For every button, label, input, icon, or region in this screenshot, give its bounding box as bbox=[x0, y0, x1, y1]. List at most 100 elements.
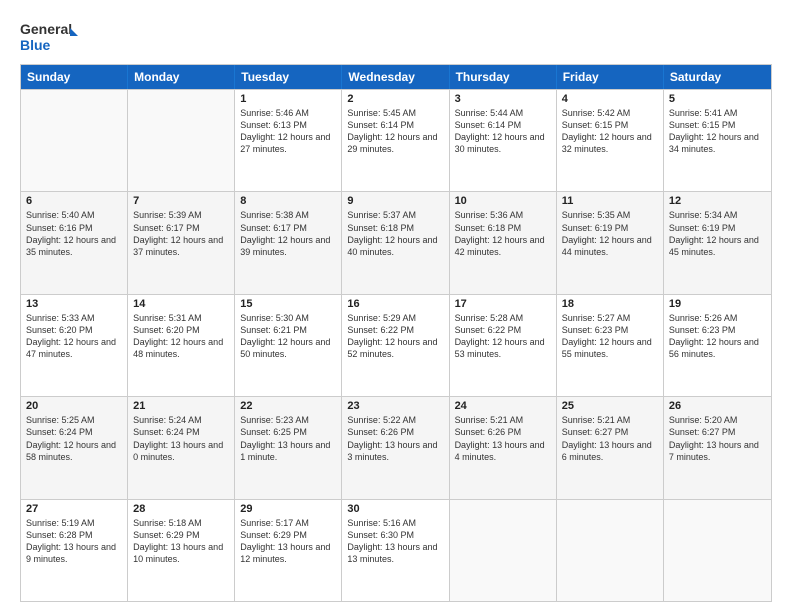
day-info: Sunrise: 5:46 AM Sunset: 6:13 PM Dayligh… bbox=[240, 107, 336, 156]
day-number: 22 bbox=[240, 400, 336, 412]
svg-text:General: General bbox=[20, 21, 72, 37]
calendar-cell bbox=[450, 500, 557, 601]
day-info: Sunrise: 5:41 AM Sunset: 6:15 PM Dayligh… bbox=[669, 107, 766, 156]
day-number: 29 bbox=[240, 503, 336, 515]
day-number: 18 bbox=[562, 298, 658, 310]
day-number: 16 bbox=[347, 298, 443, 310]
header: General Blue bbox=[20, 18, 772, 54]
calendar-cell bbox=[21, 90, 128, 191]
day-number: 30 bbox=[347, 503, 443, 515]
day-number: 21 bbox=[133, 400, 229, 412]
day-info: Sunrise: 5:24 AM Sunset: 6:24 PM Dayligh… bbox=[133, 414, 229, 463]
calendar-cell: 12Sunrise: 5:34 AM Sunset: 6:19 PM Dayli… bbox=[664, 192, 771, 293]
day-info: Sunrise: 5:30 AM Sunset: 6:21 PM Dayligh… bbox=[240, 312, 336, 361]
calendar-cell: 2 Sunrise: 5:45 AM Sunset: 6:14 PM Daylig… bbox=[342, 90, 449, 191]
calendar-cell: 6Sunrise: 5:40 AM Sunset: 6:16 PM Daylig… bbox=[21, 192, 128, 293]
calendar-cell: 21 Sunrise: 5:24 AM Sunset: 6:24 PM Dayli… bbox=[128, 397, 235, 498]
day-info: Sunrise: 5:33 AM Sunset: 6:20 PM Dayligh… bbox=[26, 312, 122, 361]
day-info: Sunrise: 5:39 AM Sunset: 6:17 PM Dayligh… bbox=[133, 209, 229, 258]
calendar-header-cell: Sunday bbox=[21, 65, 128, 89]
calendar-cell bbox=[664, 500, 771, 601]
day-info: Sunrise: 5:31 AM Sunset: 6:20 PM Dayligh… bbox=[133, 312, 229, 361]
day-info: Sunrise: 5:29 AM Sunset: 6:22 PM Dayligh… bbox=[347, 312, 443, 361]
day-info: Sunrise: 5:37 AM Sunset: 6:18 PM Dayligh… bbox=[347, 209, 443, 258]
day-number: 2 bbox=[347, 93, 443, 105]
calendar-cell: 25 Sunrise: 5:21 AM Sunset: 6:27 PM Dayli… bbox=[557, 397, 664, 498]
day-info: Sunrise: 5:36 AM Sunset: 6:18 PM Dayligh… bbox=[455, 209, 551, 258]
calendar-cell: 17Sunrise: 5:28 AM Sunset: 6:22 PM Dayli… bbox=[450, 295, 557, 396]
day-info: Sunrise: 5:21 AM Sunset: 6:27 PM Dayligh… bbox=[562, 414, 658, 463]
day-number: 10 bbox=[455, 195, 551, 207]
calendar-cell: 28 Sunrise: 5:18 AM Sunset: 6:29 PM Dayli… bbox=[128, 500, 235, 601]
calendar-header-cell: Thursday bbox=[450, 65, 557, 89]
day-info: Sunrise: 5:45 AM Sunset: 6:14 PM Dayligh… bbox=[347, 107, 443, 156]
calendar-row: 27 Sunrise: 5:19 AM Sunset: 6:28 PM Dayli… bbox=[21, 499, 771, 601]
day-number: 3 bbox=[455, 93, 551, 105]
calendar-cell: 27 Sunrise: 5:19 AM Sunset: 6:28 PM Dayli… bbox=[21, 500, 128, 601]
day-info: Sunrise: 5:18 AM Sunset: 6:29 PM Dayligh… bbox=[133, 517, 229, 566]
calendar-cell: 16 Sunrise: 5:29 AM Sunset: 6:22 PM Dayli… bbox=[342, 295, 449, 396]
calendar-cell: 30 Sunrise: 5:16 AM Sunset: 6:30 PM Dayli… bbox=[342, 500, 449, 601]
day-number: 13 bbox=[26, 298, 122, 310]
day-number: 26 bbox=[669, 400, 766, 412]
calendar-header-cell: Monday bbox=[128, 65, 235, 89]
day-number: 28 bbox=[133, 503, 229, 515]
calendar-cell: 8Sunrise: 5:38 AM Sunset: 6:17 PM Daylig… bbox=[235, 192, 342, 293]
calendar-cell: 20Sunrise: 5:25 AM Sunset: 6:24 PM Dayli… bbox=[21, 397, 128, 498]
day-number: 23 bbox=[347, 400, 443, 412]
day-number: 9 bbox=[347, 195, 443, 207]
day-number: 4 bbox=[562, 93, 658, 105]
calendar-cell: 9 Sunrise: 5:37 AM Sunset: 6:18 PM Daylig… bbox=[342, 192, 449, 293]
calendar-cell: 24 Sunrise: 5:21 AM Sunset: 6:26 PM Dayli… bbox=[450, 397, 557, 498]
calendar-cell: 14 Sunrise: 5:31 AM Sunset: 6:20 PM Dayli… bbox=[128, 295, 235, 396]
day-number: 27 bbox=[26, 503, 122, 515]
calendar-cell: 11 Sunrise: 5:35 AM Sunset: 6:19 PM Dayli… bbox=[557, 192, 664, 293]
calendar-header-row: SundayMondayTuesdayWednesdayThursdayFrid… bbox=[21, 65, 771, 89]
calendar-cell: 23 Sunrise: 5:22 AM Sunset: 6:26 PM Dayli… bbox=[342, 397, 449, 498]
calendar-cell: 3 Sunrise: 5:44 AM Sunset: 6:14 PM Daylig… bbox=[450, 90, 557, 191]
day-info: Sunrise: 5:20 AM Sunset: 6:27 PM Dayligh… bbox=[669, 414, 766, 463]
day-info: Sunrise: 5:22 AM Sunset: 6:26 PM Dayligh… bbox=[347, 414, 443, 463]
calendar-cell bbox=[128, 90, 235, 191]
day-number: 19 bbox=[669, 298, 766, 310]
day-number: 5 bbox=[669, 93, 766, 105]
calendar-header-cell: Saturday bbox=[664, 65, 771, 89]
day-info: Sunrise: 5:44 AM Sunset: 6:14 PM Dayligh… bbox=[455, 107, 551, 156]
calendar-cell: 18Sunrise: 5:27 AM Sunset: 6:23 PM Dayli… bbox=[557, 295, 664, 396]
day-info: Sunrise: 5:26 AM Sunset: 6:23 PM Dayligh… bbox=[669, 312, 766, 361]
day-info: Sunrise: 5:17 AM Sunset: 6:29 PM Dayligh… bbox=[240, 517, 336, 566]
calendar-cell bbox=[557, 500, 664, 601]
day-number: 14 bbox=[133, 298, 229, 310]
calendar-cell: 4Sunrise: 5:42 AM Sunset: 6:15 PM Daylig… bbox=[557, 90, 664, 191]
day-info: Sunrise: 5:16 AM Sunset: 6:30 PM Dayligh… bbox=[347, 517, 443, 566]
day-number: 11 bbox=[562, 195, 658, 207]
calendar-row: 1Sunrise: 5:46 AM Sunset: 6:13 PM Daylig… bbox=[21, 89, 771, 191]
calendar-header-cell: Wednesday bbox=[342, 65, 449, 89]
calendar-cell: 29 Sunrise: 5:17 AM Sunset: 6:29 PM Dayli… bbox=[235, 500, 342, 601]
day-number: 8 bbox=[240, 195, 336, 207]
day-info: Sunrise: 5:35 AM Sunset: 6:19 PM Dayligh… bbox=[562, 209, 658, 258]
day-number: 24 bbox=[455, 400, 551, 412]
calendar-cell: 15 Sunrise: 5:30 AM Sunset: 6:21 PM Dayli… bbox=[235, 295, 342, 396]
calendar-row: 20Sunrise: 5:25 AM Sunset: 6:24 PM Dayli… bbox=[21, 396, 771, 498]
calendar-cell: 7 Sunrise: 5:39 AM Sunset: 6:17 PM Daylig… bbox=[128, 192, 235, 293]
calendar-cell: 1Sunrise: 5:46 AM Sunset: 6:13 PM Daylig… bbox=[235, 90, 342, 191]
day-info: Sunrise: 5:23 AM Sunset: 6:25 PM Dayligh… bbox=[240, 414, 336, 463]
day-number: 7 bbox=[133, 195, 229, 207]
day-number: 15 bbox=[240, 298, 336, 310]
calendar-cell: 19 Sunrise: 5:26 AM Sunset: 6:23 PM Dayli… bbox=[664, 295, 771, 396]
day-info: Sunrise: 5:21 AM Sunset: 6:26 PM Dayligh… bbox=[455, 414, 551, 463]
calendar-cell: 26 Sunrise: 5:20 AM Sunset: 6:27 PM Dayli… bbox=[664, 397, 771, 498]
calendar-row: 6Sunrise: 5:40 AM Sunset: 6:16 PM Daylig… bbox=[21, 191, 771, 293]
day-number: 17 bbox=[455, 298, 551, 310]
calendar-cell: 5 Sunrise: 5:41 AM Sunset: 6:15 PM Daylig… bbox=[664, 90, 771, 191]
calendar-header-cell: Friday bbox=[557, 65, 664, 89]
calendar-header-cell: Tuesday bbox=[235, 65, 342, 89]
day-info: Sunrise: 5:25 AM Sunset: 6:24 PM Dayligh… bbox=[26, 414, 122, 463]
page: General Blue SundayMondayTuesdayWednesda… bbox=[0, 0, 792, 612]
calendar-cell: 10 Sunrise: 5:36 AM Sunset: 6:18 PM Dayli… bbox=[450, 192, 557, 293]
day-info: Sunrise: 5:34 AM Sunset: 6:19 PM Dayligh… bbox=[669, 209, 766, 258]
day-number: 25 bbox=[562, 400, 658, 412]
logo: General Blue bbox=[20, 18, 80, 54]
day-info: Sunrise: 5:19 AM Sunset: 6:28 PM Dayligh… bbox=[26, 517, 122, 566]
